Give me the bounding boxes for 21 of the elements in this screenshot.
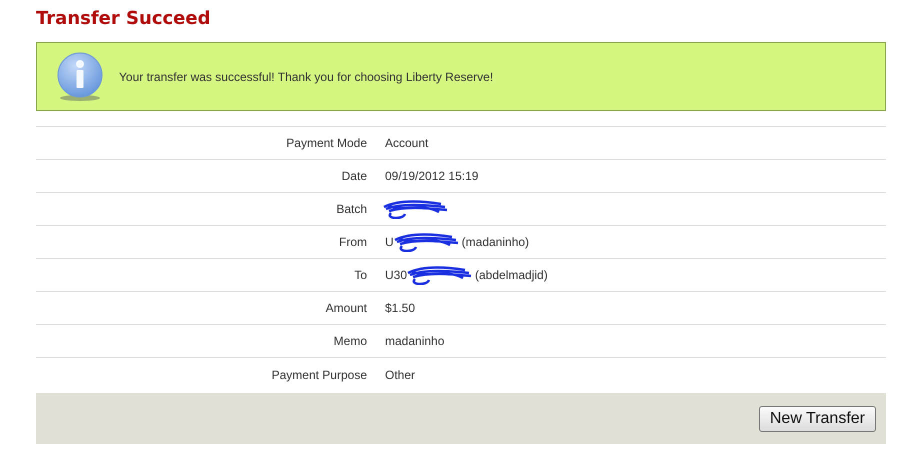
field-value: Other xyxy=(385,368,416,382)
new-transfer-button[interactable]: New Transfer xyxy=(758,406,876,432)
field-value: Account xyxy=(385,136,428,150)
field-value: (abdelmadjid) xyxy=(475,268,548,282)
field-label: Payment Purpose xyxy=(270,368,367,382)
field-label: Payment Mode xyxy=(285,136,367,150)
field-value: 09/19/2012 15:19 xyxy=(385,169,478,183)
field-label: To xyxy=(353,268,367,282)
field-label: Batch xyxy=(335,202,367,216)
field-value: (madaninho) xyxy=(462,235,530,249)
field-value: U30 xyxy=(385,268,408,282)
field-label: Date xyxy=(340,169,367,183)
field-value: U xyxy=(385,235,394,249)
page-title: Transfer Succeed xyxy=(36,7,212,31)
field-label: Amount xyxy=(324,301,367,315)
field-value: $1.50 xyxy=(385,301,416,315)
info-icon xyxy=(57,52,103,102)
success-message: Your transfer was successful! Thank you for choosing Liberty Reserve! xyxy=(119,70,494,84)
field-label: From xyxy=(338,235,367,249)
field-label: Memo xyxy=(332,334,367,348)
field-value: madaninho xyxy=(385,334,444,348)
